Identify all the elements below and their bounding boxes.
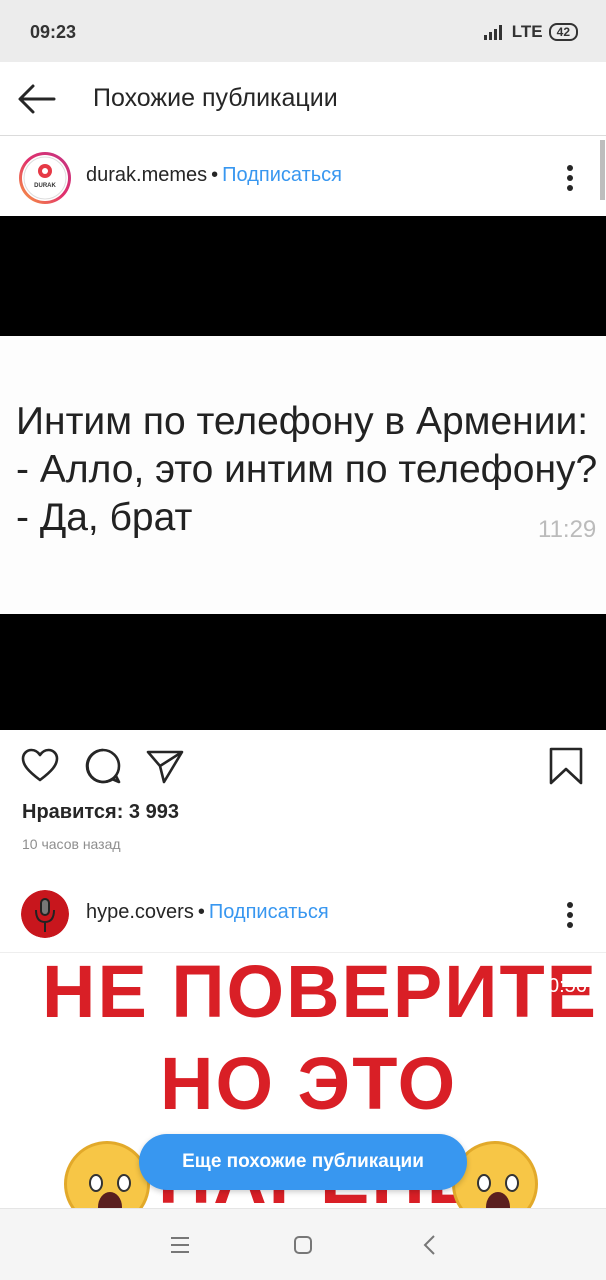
video-text-line: НЕ ПОВЕРИТЕ — [42, 952, 599, 1033]
avatar[interactable]: DURAK — [18, 151, 72, 205]
heart-icon[interactable] — [20, 746, 60, 786]
meme-line: - Да, брат — [16, 496, 193, 539]
post-header: DURAK durak.memes • Подписаться — [0, 140, 606, 216]
post-image[interactable]: Интим по телефону в Армении: - Алло, это… — [0, 216, 606, 730]
avatar-text: DURAK — [34, 183, 56, 189]
home-square-icon[interactable] — [291, 1233, 315, 1257]
back-chevron-icon[interactable] — [418, 1233, 442, 1257]
more-options-icon[interactable] — [564, 900, 576, 930]
page-title: Похожие публикации — [93, 84, 338, 112]
more-similar-button[interactable]: Еще похожие публикации — [139, 1134, 467, 1190]
status-indicators: LTE 42 — [483, 22, 578, 42]
post-user-line: durak.memes • Подписаться — [86, 164, 342, 186]
signal-icon — [483, 25, 502, 40]
bookmark-icon[interactable] — [546, 746, 586, 786]
username[interactable]: hype.covers — [86, 901, 194, 923]
meme-timestamp: 11:29 — [538, 516, 597, 543]
system-nav-bar — [0, 1208, 606, 1280]
post-user-line: hype.covers • Подписаться — [86, 901, 329, 923]
post-header: hype.covers • Подписаться — [0, 876, 606, 952]
meme-text-card: Интим по телефону в Армении: - Алло, это… — [0, 336, 606, 614]
app-header: Похожие публикации — [0, 62, 606, 136]
meme-line: Интим по телефону в Армении: — [16, 400, 589, 443]
scream-emoji-icon — [64, 1141, 150, 1208]
comment-icon[interactable] — [83, 746, 123, 786]
status-time: 09:23 — [30, 22, 77, 42]
avatar[interactable] — [21, 890, 69, 938]
battery-icon: 42 — [548, 23, 578, 41]
follow-button[interactable]: Подписаться — [222, 164, 342, 186]
menu-icon[interactable] — [168, 1233, 192, 1257]
likes-count[interactable]: Нравится: 3 993 — [22, 801, 179, 824]
video-text-line: НО ЭТО — [160, 1042, 458, 1125]
video-duration: 0:56 — [548, 975, 587, 997]
action-bar — [0, 740, 606, 794]
send-icon[interactable] — [145, 746, 185, 786]
more-options-icon[interactable] — [564, 163, 576, 193]
arrow-left-icon[interactable] — [16, 80, 58, 118]
post-time: 10 часов назад — [22, 836, 121, 852]
follow-button[interactable]: Подписаться — [209, 901, 329, 923]
meme-line: - Алло, это интим по телефону? — [16, 448, 598, 491]
network-type: LTE — [511, 22, 543, 41]
status-bar: 09:23 LTE 42 — [0, 0, 606, 62]
username[interactable]: durak.memes — [86, 164, 207, 186]
